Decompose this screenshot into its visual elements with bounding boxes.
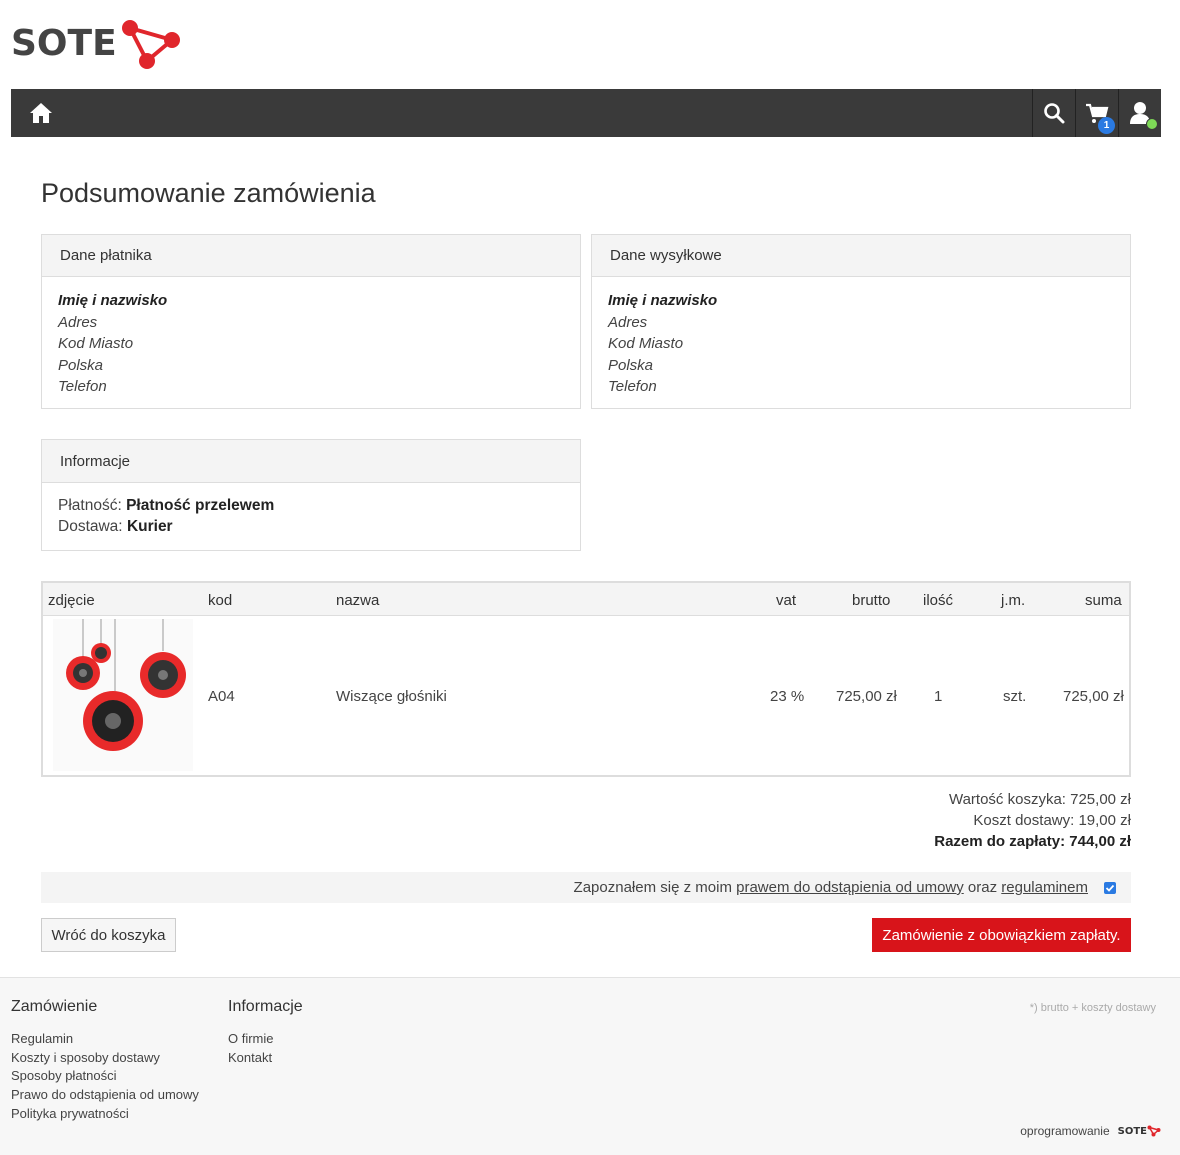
header-code: kod: [208, 592, 233, 609]
payment-method: Płatność: Płatność przelewem: [58, 495, 564, 516]
footer-col-order: Zamówienie Regulamin Koszty i sposoby do…: [11, 998, 199, 1124]
logo-text: SOTE: [11, 23, 117, 64]
checkmark-icon: [1105, 884, 1115, 892]
delivery-value: Kurier: [126, 518, 173, 535]
shipping-phone: Telefon: [608, 378, 657, 395]
place-order-button[interactable]: Zamówienie z obowiązkiem zapłaty.: [872, 918, 1131, 952]
footer-link-contact[interactable]: Kontakt: [228, 1049, 303, 1068]
powered-by-logo-mark-icon: [1147, 1125, 1161, 1137]
back-to-cart-button[interactable]: Wróć do koszyka: [41, 918, 176, 952]
header-gross: brutto: [852, 592, 891, 609]
footer: Zamówienie Regulamin Koszty i sposoby do…: [0, 977, 1180, 1155]
top-navbar: 1: [11, 89, 1161, 137]
header-vat: vat: [776, 592, 797, 609]
footer-link-shipping[interactable]: Koszty i sposoby dostawy: [11, 1049, 199, 1068]
shipping-name: Imię i nazwisko: [608, 292, 718, 309]
powered-by-text: oprogramowanie: [1020, 1124, 1110, 1138]
cart-count-badge: 1: [1098, 117, 1115, 134]
footer-link-privacy[interactable]: Polityka prywatności: [11, 1105, 199, 1124]
header-name: nazwa: [336, 592, 380, 609]
logo-mark-icon: [121, 20, 180, 69]
payer-city: Kod Miasto: [58, 335, 134, 352]
payer-panel-heading: Dane płatnika: [42, 235, 580, 277]
consent-prefix: Zapoznałem się z moim: [573, 879, 732, 896]
powered-by[interactable]: oprogramowanie SOTE: [1020, 1124, 1161, 1138]
shipping-address: Adres: [608, 313, 648, 331]
shipping-city: Kod Miasto: [608, 335, 684, 352]
product-sum: 725,00 zł: [1063, 688, 1124, 705]
consent-bar: Zapoznałem się z moim prawem do odstąpie…: [41, 872, 1131, 903]
footer-col-info-heading: Informacje: [228, 998, 303, 1015]
table-row: A04 Wiszące głośniki 23 % 725,00 zł 1 sz…: [43, 616, 1129, 776]
consent-checkbox[interactable]: [1104, 881, 1116, 894]
powered-by-logo-text: SOTE: [1117, 1125, 1147, 1137]
product-table: zdjęcie kod nazwa vat brutto ilość j.m. …: [41, 581, 1131, 777]
delivery-method: Dostawa: Kurier: [58, 516, 564, 537]
payer-address: Adres: [58, 313, 98, 331]
delivery-label: Dostawa:: [58, 518, 123, 535]
terms-link[interactable]: regulaminem: [1001, 879, 1088, 896]
home-icon[interactable]: [29, 101, 53, 125]
info-panel-heading: Informacje: [42, 440, 580, 483]
footer-link-payment[interactable]: Sposoby płatności: [11, 1067, 199, 1086]
shipping-panel-heading: Dane wysyłkowe: [592, 235, 1130, 277]
product-name[interactable]: Wiszące głośniki: [336, 688, 447, 705]
user-status-dot: [1146, 118, 1158, 130]
page-title: Podsumowanie zamówienia: [41, 178, 376, 208]
payer-country: Polska: [58, 356, 104, 374]
footer-link-withdrawal[interactable]: Prawo do odstąpienia od umowy: [11, 1086, 199, 1105]
product-code: A04: [208, 688, 235, 705]
payment-label: Płatność:: [58, 497, 122, 514]
shipping-cost: Koszt dostawy: 19,00 zł: [973, 812, 1131, 829]
header-photo: zdjęcie: [48, 592, 95, 609]
shipping-country: Polska: [608, 356, 654, 374]
header-sum: suma: [1085, 592, 1122, 609]
product-image[interactable]: [53, 619, 193, 771]
product-gross: 725,00 zł: [836, 688, 897, 705]
table-header: zdjęcie kod nazwa vat brutto ilość j.m. …: [43, 583, 1129, 616]
shipping-panel: Dane wysyłkowe Imię i nazwisko Adres Kod…: [591, 234, 1131, 409]
footer-link-about[interactable]: O firmie: [228, 1030, 303, 1049]
product-qty: 1: [934, 688, 943, 705]
logo[interactable]: SOTE: [11, 18, 181, 70]
info-panel: Informacje Płatność: Płatność przelewem …: [41, 439, 581, 551]
search-button[interactable]: [1032, 89, 1075, 137]
product-unit: szt.: [1003, 688, 1027, 705]
grand-total: Razem do zapłaty: 744,00 zł: [934, 833, 1131, 850]
header-qty: ilość: [923, 592, 954, 609]
cart-value: Wartość koszyka: 725,00 zł: [948, 791, 1131, 808]
product-vat: 23 %: [770, 688, 805, 705]
footer-col-info: Informacje O firmie Kontakt: [228, 998, 303, 1067]
footer-link-terms[interactable]: Regulamin: [11, 1030, 199, 1049]
footer-col-order-heading: Zamówienie: [11, 998, 98, 1015]
payment-value: Płatność przelewem: [126, 497, 275, 514]
withdrawal-right-link[interactable]: prawem do odstąpienia od umowy: [736, 879, 964, 896]
payer-phone: Telefon: [58, 378, 107, 395]
search-icon: [1044, 103, 1065, 124]
consent-middle: oraz: [967, 879, 998, 896]
cart-button[interactable]: 1: [1075, 89, 1118, 137]
payer-name: Imię i nazwisko: [58, 292, 168, 309]
payer-panel: Dane płatnika Imię i nazwisko Adres Kod …: [41, 234, 581, 409]
footer-note: *) brutto + koszty dostawy: [1029, 1002, 1156, 1014]
order-totals: Wartość koszyka: 725,00 zł Koszt dostawy…: [934, 789, 1131, 852]
user-button[interactable]: [1118, 89, 1161, 137]
header-unit: j.m.: [1001, 592, 1026, 609]
